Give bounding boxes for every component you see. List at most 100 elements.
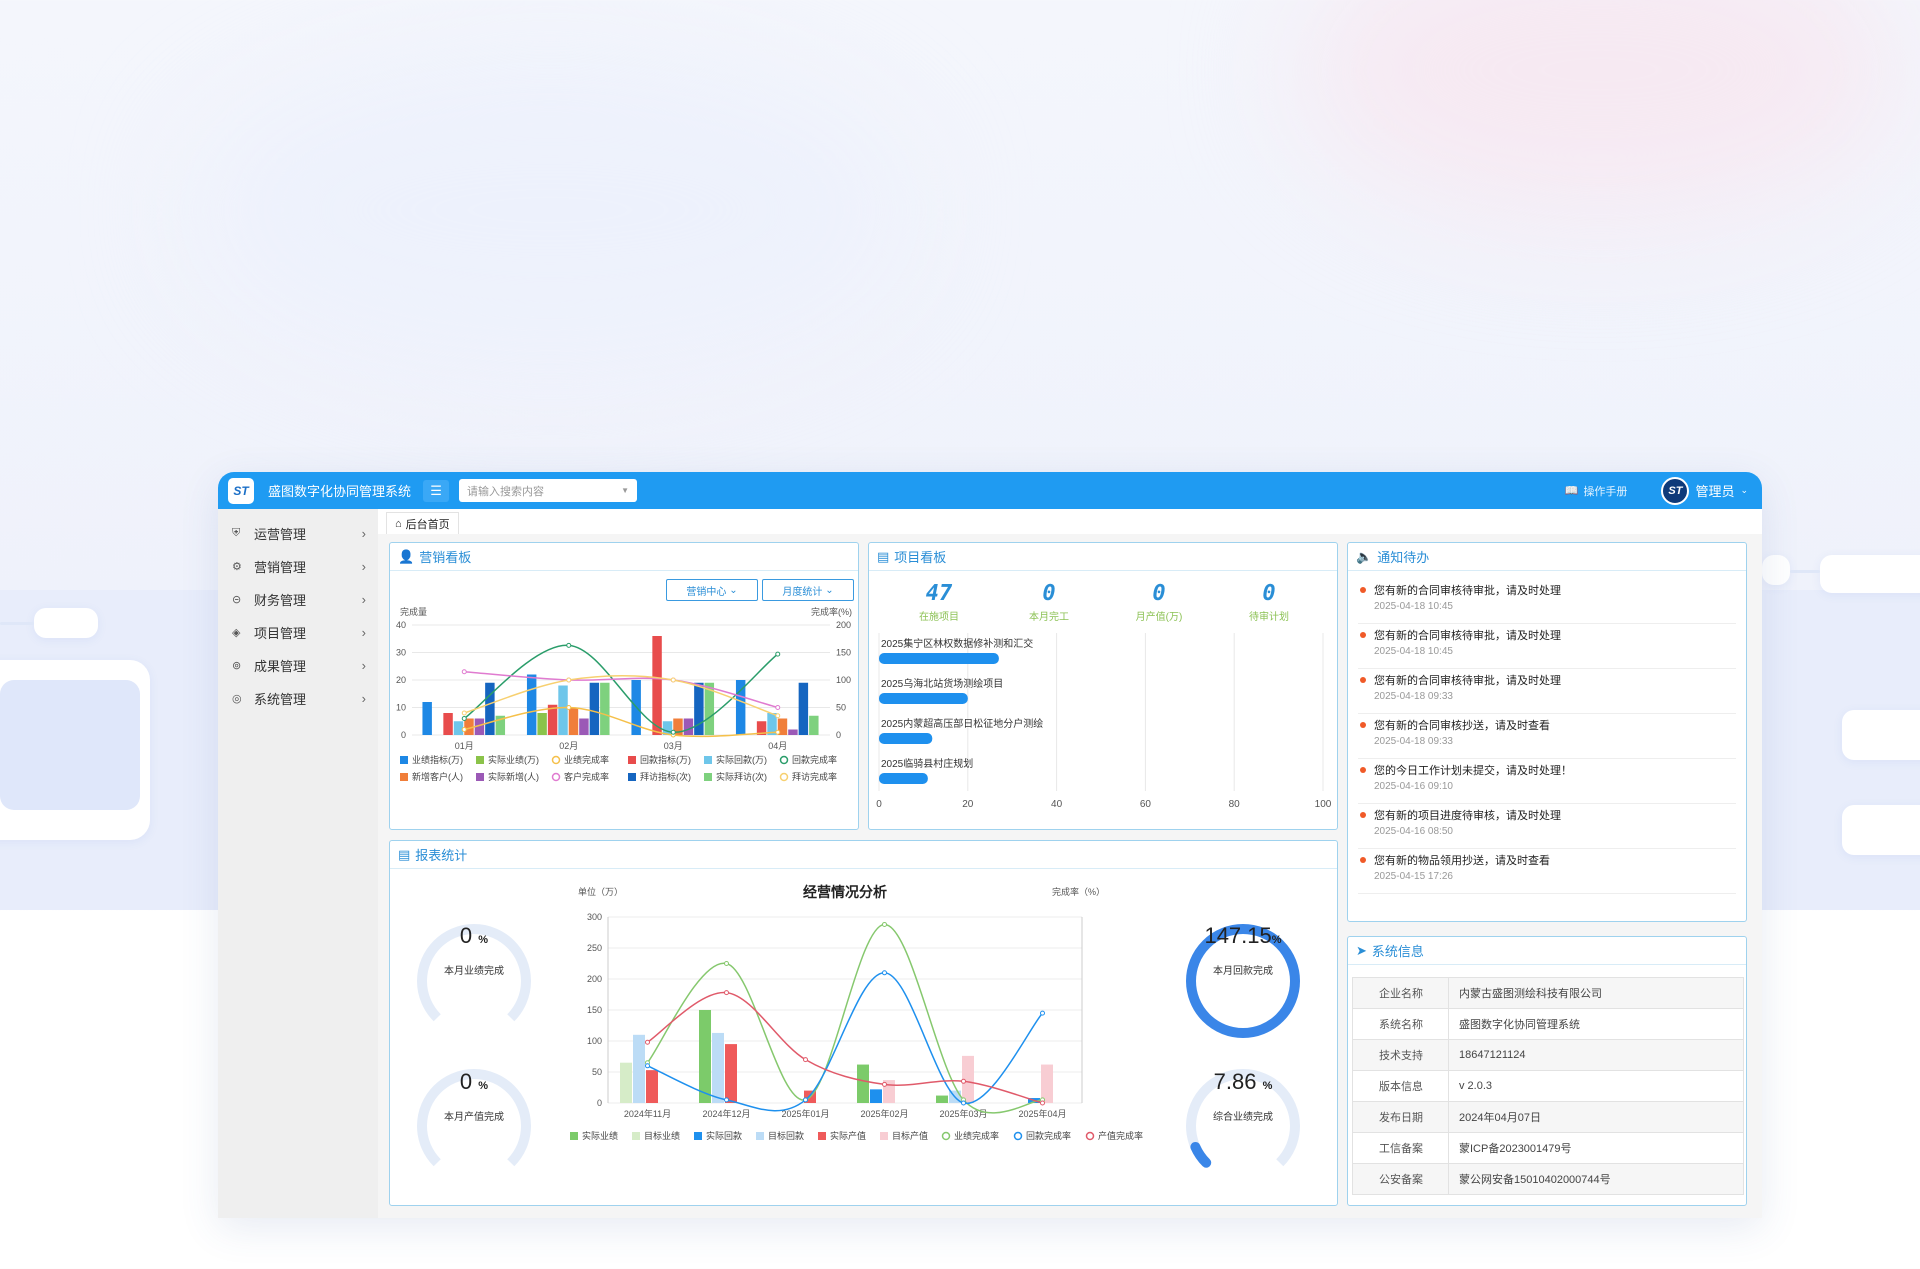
chart-bar — [620, 1062, 632, 1103]
chart-bar — [683, 718, 694, 735]
notice-item[interactable]: 您有新的物品领用抄送，请及时查看 2025-04-15 17:26 — [1358, 849, 1736, 894]
book-icon: 📖 — [1564, 485, 1579, 497]
marketing-panel: 👤 营销看板 营销中心 ⌄ 月度统计 ⌄ 完成量 完成率(%) 0 0 10 50 20 100… — [389, 542, 859, 830]
panel-title-text: 报表统计 — [415, 848, 468, 863]
chart-point — [645, 1063, 650, 1069]
legend-swatch — [704, 773, 712, 781]
chevron-right-icon: › — [361, 625, 366, 640]
info-key: 企业名称 — [1352, 977, 1449, 1009]
chart-bar — [589, 682, 600, 735]
x-tick-label: 2025年04月 — [1018, 1108, 1066, 1119]
legend-label: 目标回款 — [768, 1130, 804, 1141]
unread-dot-icon — [1360, 677, 1366, 683]
gauge-label: 本月业绩完成 — [444, 966, 504, 977]
chart-bar — [725, 1044, 737, 1103]
chart-point — [724, 961, 729, 966]
deco-line — [0, 622, 34, 625]
period-select[interactable]: 月度统计 ⌄ — [762, 579, 854, 601]
table-row: 版本信息 v 2.0.3 — [1352, 1070, 1744, 1102]
chart-bar — [652, 636, 662, 735]
sidebar-item-finance[interactable]: ⊝ 财务管理 › — [218, 583, 378, 616]
tab-label: 后台首页 — [405, 518, 450, 531]
progress-bar — [879, 773, 928, 784]
y-axis-label: 单位（万） — [578, 886, 623, 897]
y2-axis-label: 完成率(%) — [811, 606, 852, 617]
chevron-right-icon: › — [361, 658, 366, 673]
table-row: 工信备案 蒙ICP备2023001479号 — [1352, 1132, 1744, 1164]
notice-item[interactable]: 您的今日工作计划未提交，请及时处理！ 2025-04-16 09:10 — [1358, 759, 1736, 804]
unread-dot-icon — [1360, 632, 1366, 638]
search-input[interactable]: 请输入搜索内容 ▼ — [459, 479, 638, 502]
user-menu[interactable]: ST 管理员 ⌄ — [1661, 476, 1748, 505]
gauge-number: 0 — [459, 923, 473, 948]
chart-point — [775, 713, 781, 719]
table-row: 发布日期 2024年04月07日 — [1352, 1101, 1744, 1133]
coin-icon: ⊝ — [232, 594, 242, 606]
info-key: 工信备案 — [1352, 1132, 1449, 1164]
legend-swatch — [779, 755, 789, 765]
x-tick-label: 40 — [1051, 799, 1063, 810]
x-tick-label: 60 — [1140, 799, 1152, 810]
gauge-value: 0 % — [419, 923, 529, 949]
deco-bar — [1842, 710, 1920, 760]
chart-bar — [788, 729, 798, 735]
y2-tick-label: 200 — [836, 620, 851, 630]
sidebar-item-label: 成果管理 — [254, 659, 307, 674]
legend-label: 回款指标(万) — [640, 754, 691, 765]
sidebar-item-marketing[interactable]: ⚙ 营销管理 › — [218, 550, 378, 583]
tab-home[interactable]: ⌂ 后台首页 — [386, 512, 459, 534]
panel-title: 👤 营销看板 — [390, 543, 858, 571]
bar-label: 2025临骑县村庄规划 — [881, 757, 973, 770]
stat-value: 47 — [925, 581, 953, 606]
user-name: 管理员 — [1695, 484, 1735, 499]
chart-bar — [443, 713, 453, 735]
info-value: v 2.0.3 — [1448, 1070, 1744, 1102]
x-tick-label: 0 — [876, 799, 882, 810]
sidebar-item-system[interactable]: ◎ 系统管理 › — [218, 682, 378, 715]
notice-item[interactable]: 您有新的合同审核待审批，请及时处理 2025-04-18 10:45 — [1358, 624, 1736, 669]
panel-title: ➤ 系统信息 — [1348, 937, 1746, 965]
menu-toggle-icon[interactable]: ☰ — [423, 479, 450, 502]
gauge-number: 147.15 — [1204, 923, 1272, 948]
layers-icon: ◈ — [232, 627, 241, 639]
stat-value: 0 — [1152, 581, 1166, 606]
marketing-center-select[interactable]: 营销中心 ⌄ — [666, 579, 758, 601]
sidebar-item-results[interactable]: ⊚ 成果管理 › — [218, 649, 378, 682]
chart-point — [461, 669, 467, 675]
progress-bar — [879, 733, 933, 744]
stat-label: 待审计划 — [1249, 612, 1289, 623]
gauge-unit: % — [478, 934, 489, 946]
legend-label: 目标业绩 — [644, 1130, 680, 1141]
chart-bar — [857, 1064, 869, 1103]
legend-swatch — [476, 756, 484, 764]
notice-item[interactable]: 您有新的合同审核待审批，请及时处理 2025-04-18 10:45 — [1358, 579, 1736, 624]
x-tick-label: 80 — [1229, 799, 1241, 810]
info-key: 发布日期 — [1352, 1101, 1449, 1133]
legend-label: 业绩指标(万) — [412, 754, 463, 765]
gauge-unit: % — [478, 1080, 489, 1092]
chart-point — [882, 921, 887, 927]
sidebar-item-label: 系统管理 — [254, 692, 307, 707]
notice-text: 您的今日工作计划未提交，请及时处理！ — [1374, 765, 1572, 777]
manual-link[interactable]: 📖 操作手册 — [1565, 483, 1628, 499]
legend-swatch — [880, 1132, 888, 1140]
progress-bar — [879, 653, 999, 664]
notice-date: 2025-04-16 09:10 — [1374, 781, 1453, 792]
chart-bar — [694, 682, 704, 735]
legend-swatch — [632, 1132, 640, 1140]
notice-item[interactable]: 您有新的合同审核抄送，请及时查看 2025-04-18 09:33 — [1358, 714, 1736, 759]
y2-tick-label: 100 — [836, 675, 851, 685]
notice-item[interactable]: 您有新的合同审核待审批，请及时处理 2025-04-18 09:33 — [1358, 669, 1736, 714]
legend-label: 拜访完成率 — [792, 771, 837, 782]
gauge-label: 本月回款完成 — [1213, 966, 1273, 977]
chevron-down-icon: ⌄ — [825, 584, 834, 596]
sidebar-item-operations[interactable]: ⛨ 运营管理 › — [218, 517, 378, 550]
y-tick-label: 200 — [587, 974, 602, 984]
notice-item[interactable]: 您有新的项目进度待审核，请及时处理 2025-04-16 08:50 — [1358, 804, 1736, 849]
y-tick-label: 150 — [587, 1005, 602, 1015]
y-tick-label: 250 — [587, 943, 602, 953]
deco-image-icon — [0, 680, 140, 810]
x-tick-label: 2025年01月 — [781, 1108, 829, 1119]
x-tick-label: 20 — [962, 799, 974, 810]
sidebar-item-projects[interactable]: ◈ 项目管理 › — [218, 616, 378, 649]
